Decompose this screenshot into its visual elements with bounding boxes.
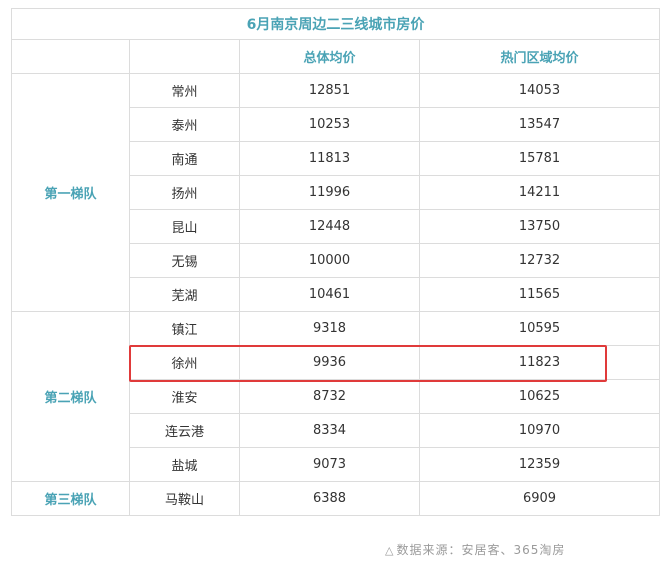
hot-price-cell: 13547: [419, 107, 660, 142]
city-cell: 马鞍山: [129, 481, 240, 516]
avg-price-cell: 10000: [239, 243, 420, 278]
hot-price-cell: 12359: [419, 447, 660, 482]
avg-price-cell: 8732: [239, 379, 420, 414]
hot-price-cell: 6909: [419, 481, 660, 516]
table-row: 第二梯队 镇江 9318 10595: [11, 311, 660, 482]
tier-label: 第二梯队: [11, 311, 130, 482]
city-cell: 泰州: [129, 107, 240, 142]
city-cell: 镇江: [129, 311, 240, 346]
header-tier-cell: [11, 39, 130, 74]
city-cell: 淮安: [129, 379, 240, 414]
avg-price-cell: 6388: [239, 481, 420, 516]
hot-price-cell: 14053: [419, 73, 660, 108]
city-cell: 无锡: [129, 243, 240, 278]
tier-label: 第三梯队: [11, 481, 130, 516]
avg-price-cell: 11996: [239, 175, 420, 210]
city-cell: 常州: [129, 73, 240, 108]
header-avg-price: 总体均价: [239, 39, 420, 74]
city-cell: 芜湖: [129, 277, 240, 312]
avg-price-cell: 12448: [239, 209, 420, 244]
hot-price-cell: 15781: [419, 141, 660, 176]
avg-price-cell: 9318: [239, 311, 420, 346]
avg-price-cell: 12851: [239, 73, 420, 108]
avg-price-cell: 9073: [239, 447, 420, 482]
tier-label: 第一梯队: [11, 73, 130, 312]
hot-price-cell: 10625: [419, 379, 660, 414]
hot-price-cell: 10970: [419, 413, 660, 448]
avg-price-cell: 8334: [239, 413, 420, 448]
table-title: 6月南京周边二三线城市房价: [11, 8, 660, 40]
avg-price-cell: 11813: [239, 141, 420, 176]
avg-price-cell: 10253: [239, 107, 420, 142]
source-text: 数据来源：安居客、365淘房: [396, 543, 566, 557]
highlight-box: [128, 344, 607, 382]
avg-price-cell: 10461: [239, 277, 420, 312]
hot-price-cell: 12732: [419, 243, 660, 278]
city-cell: 南通: [129, 141, 240, 176]
hot-price-cell: 14211: [419, 175, 660, 210]
hot-price-cell: 13750: [419, 209, 660, 244]
header-row: 总体均价 热门区域均价: [11, 39, 660, 74]
header-city-cell: [129, 39, 240, 74]
table-row: 第一梯队 常州 12851 14053: [11, 73, 660, 312]
header-hot-area-price: 热门区域均价: [419, 39, 660, 74]
triangle-icon: △: [385, 544, 395, 557]
price-table: 6月南京周边二三线城市房价 总体均价 热门区域均价 第一梯队 常州 12851 140…: [11, 8, 660, 516]
city-cell: 昆山: [129, 209, 240, 244]
table-row: 第三梯队 马鞍山 6388 6909: [11, 481, 660, 516]
hot-price-cell: 10595: [419, 311, 660, 346]
hot-price-cell: 11565: [419, 277, 660, 312]
data-source: △ 数据来源：安居客、365淘房: [385, 541, 565, 558]
city-cell: 扬州: [129, 175, 240, 210]
city-cell: 连云港: [129, 413, 240, 448]
city-cell: 盐城: [129, 447, 240, 482]
title-row: 6月南京周边二三线城市房价: [11, 8, 660, 40]
